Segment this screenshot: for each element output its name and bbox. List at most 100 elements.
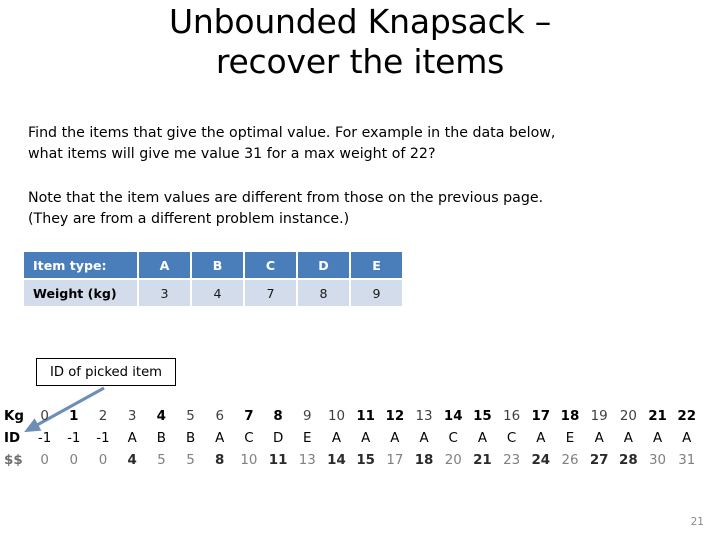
dp-cell-id-20: A	[623, 430, 633, 446]
dp-cell-id-9: E	[303, 430, 312, 446]
dp-cell-kg-19: 19	[590, 408, 608, 424]
dp-row-label-value: $$	[4, 452, 23, 468]
table-row-item-type: Item type: A B C D E	[24, 252, 402, 278]
dp-cell-kg-9: 9	[303, 408, 312, 424]
item-type-cell-a: A	[139, 252, 190, 278]
dp-cell-id-12: A	[390, 430, 400, 446]
dp-cell-kg-11: 11	[356, 408, 375, 424]
dp-cell-kg-3: 3	[127, 408, 137, 424]
dp-cell-kg-0: 0	[40, 408, 49, 424]
note-line-1: Note that the item values are different …	[28, 190, 544, 206]
dp-cell-id-21: A	[652, 430, 663, 446]
dp-cell-id-17: A	[536, 430, 546, 446]
weight-cell-a: 3	[139, 280, 190, 306]
item-type-cell-e: E	[351, 252, 402, 278]
dp-cell-value-14: 20	[444, 452, 462, 468]
question-line-1: Find the items that give the optimal val…	[28, 125, 556, 141]
dp-cell-value-15: 21	[473, 452, 492, 468]
dp-cell-id-5: B	[185, 430, 196, 446]
page-title-line-1: Unbounded Knapsack –	[168, 2, 552, 41]
note-line-2: (They are from a different problem insta…	[28, 211, 350, 228]
dp-cell-kg-22: 22	[677, 408, 697, 424]
dp-cell-value-18: 26	[561, 452, 579, 468]
dp-cell-value-19: 27	[589, 452, 609, 468]
weight-row-label: Weight (kg)	[24, 280, 137, 306]
page-title-line-2: recover the items	[215, 42, 505, 82]
dp-cell-id-19: A	[594, 430, 604, 446]
dp-cell-id-8: D	[272, 430, 284, 446]
dp-cell-value-5: 5	[186, 452, 195, 468]
callout-label-text: ID of picked item	[49, 364, 163, 380]
dp-row-weight: Kg 0 1 2 3 4 5 6 7 8 9 10 11 12 13 14 15 16 17 18 19 20 21 22	[4, 405, 716, 427]
dp-cell-value-1: 0	[69, 452, 79, 468]
dp-cell-id-18: E	[565, 430, 575, 446]
dp-cell-value-12: 17	[386, 452, 404, 468]
weight-cell-c: 7	[245, 280, 296, 306]
table-row-weight: Weight (kg) 3 4 7 8 9	[24, 280, 402, 306]
dp-cell-value-11: 15	[356, 452, 375, 468]
dp-table: Kg 0 1 2 3 4 5 6 7 8 9 10 11 12 13 14 15 16 17 18 19 20 21 22 …	[4, 405, 716, 471]
dp-cell-kg-15: 15	[473, 408, 492, 424]
item-types-table: Item type: A B C D E Weight (kg) 3 4 7 8…	[22, 250, 404, 308]
dp-cell-kg-2: 2	[98, 408, 108, 424]
dp-cell-kg-10: 10	[327, 408, 345, 424]
weight-cell-b: 4	[192, 280, 243, 306]
dp-cell-value-9: 13	[298, 452, 316, 468]
dp-cell-value-6: 8	[215, 452, 225, 468]
dp-cell-value-21: 30	[649, 452, 667, 468]
dp-cell-kg-4: 4	[156, 408, 166, 424]
dp-cell-value-16: 23	[503, 452, 521, 468]
dp-cell-id-14: C	[448, 430, 458, 446]
dp-cell-id-7: C	[244, 430, 254, 446]
dp-cell-id-6: A	[215, 430, 225, 446]
dp-cell-id-2: -1	[96, 430, 110, 446]
callout-label-box: ID of picked item	[36, 358, 176, 386]
dp-row-label-kg: Kg	[4, 408, 24, 424]
item-type-header-label: Item type:	[24, 252, 137, 278]
question-paragraph: Find the items that give the optimal val…	[28, 123, 608, 165]
weight-cell-e: 9	[351, 280, 402, 306]
dp-cell-value-17: 24	[531, 452, 551, 468]
dp-cell-value-22: 31	[678, 452, 696, 468]
dp-cell-kg-12: 12	[385, 408, 405, 424]
dp-cell-kg-20: 20	[619, 408, 637, 424]
dp-cell-kg-8: 8	[273, 408, 283, 424]
dp-cell-value-13: 18	[414, 452, 434, 468]
dp-cell-id-16: C	[506, 430, 517, 446]
dp-row-item-id: ID -1 -1 -1 A B B A C D E A A A A C A C A E A A A A	[4, 427, 716, 449]
dp-cell-value-2: 0	[98, 452, 108, 468]
note-paragraph: Note that the item values are different …	[28, 188, 608, 230]
item-type-cell-c: C	[245, 252, 296, 278]
dp-cell-kg-17: 17	[531, 408, 551, 424]
dp-cell-value-4: 5	[157, 452, 166, 468]
dp-cell-kg-16: 16	[503, 408, 521, 424]
dp-cell-value-3: 4	[127, 452, 137, 468]
dp-cell-value-10: 14	[327, 452, 346, 468]
dp-cell-id-0: -1	[37, 430, 52, 446]
dp-cell-value-7: 10	[240, 452, 258, 468]
item-type-cell-b: B	[192, 252, 243, 278]
dp-cell-id-15: A	[477, 430, 487, 446]
item-type-cell-d: D	[298, 252, 349, 278]
dp-cell-id-4: B	[156, 430, 166, 446]
dp-cell-id-11: A	[361, 430, 371, 446]
dp-cell-value-20: 28	[619, 452, 638, 468]
dp-cell-id-3: A	[127, 430, 137, 446]
page-number: 21	[690, 516, 704, 528]
page-title: Unbounded Knapsack – recover the items	[58, 2, 662, 83]
dp-cell-id-22: A	[682, 430, 692, 446]
dp-cell-value-8: 11	[268, 452, 288, 468]
dp-cell-id-1: -1	[67, 430, 81, 446]
dp-cell-kg-5: 5	[186, 408, 195, 424]
weight-cell-d: 8	[298, 280, 349, 306]
dp-row-value: $$ 0 0 0 4 5 5 8 10 11 13 14 15 17 18 20 21 23 24 26 27 28 30…	[4, 449, 716, 471]
dp-cell-kg-21: 21	[648, 408, 667, 424]
dp-cell-id-13: A	[419, 430, 429, 446]
dp-cell-kg-18: 18	[560, 408, 580, 424]
dp-cell-kg-7: 7	[244, 408, 254, 424]
dp-cell-value-0: 0	[40, 452, 49, 468]
dp-cell-kg-13: 13	[415, 408, 433, 424]
question-line-2: what items will give me value 31 for a m…	[28, 146, 436, 163]
dp-cell-id-10: A	[331, 430, 342, 446]
dp-cell-kg-6: 6	[215, 408, 224, 424]
